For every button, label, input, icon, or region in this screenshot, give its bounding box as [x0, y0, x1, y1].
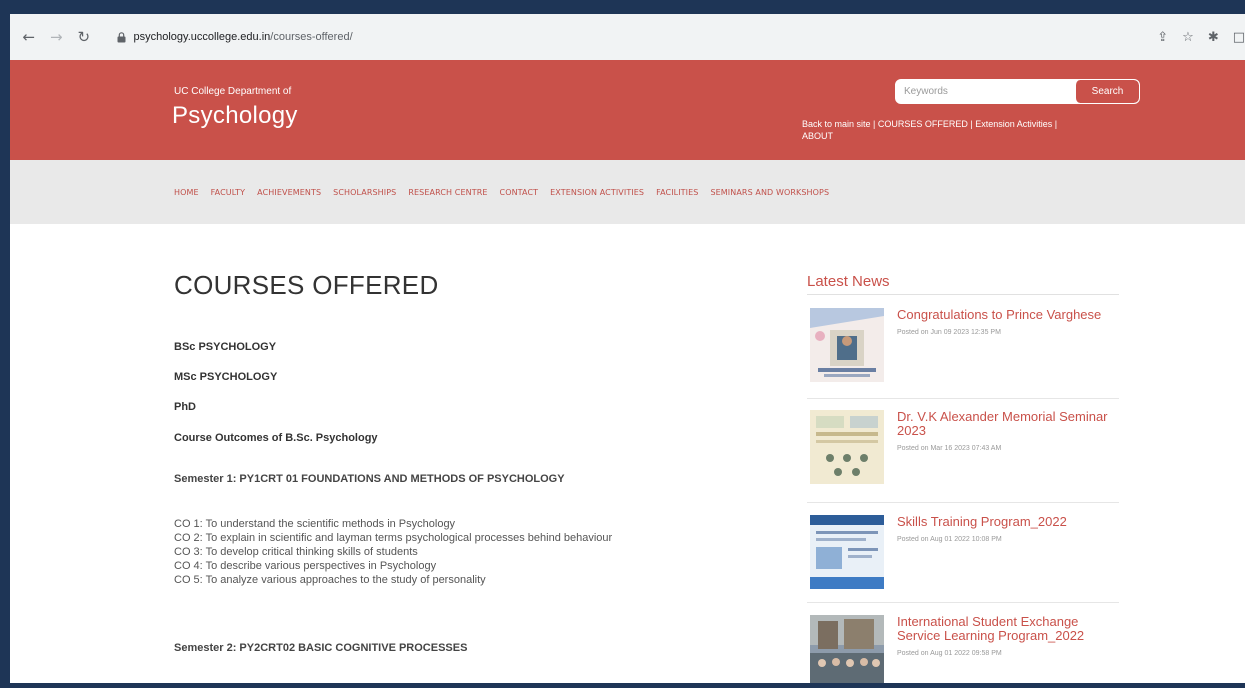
news-thumbnail[interactable] [810, 615, 884, 688]
list-item: CO 1: To understand the scientific metho… [174, 518, 456, 530]
divider [807, 502, 1119, 503]
news-title-text[interactable]: Dr. V.K Alexander Memorial Seminar 2023 [897, 409, 1108, 438]
search-button[interactable]: Search [1075, 80, 1139, 103]
window-icon[interactable]: □ [1233, 30, 1245, 45]
url-text: psychology.uccollege.edu.in/courses-offe… [134, 31, 353, 43]
puzzle-icon[interactable]: ✱ [1208, 30, 1219, 45]
search-input[interactable] [896, 80, 1075, 103]
web-page: UC College Department of Psychology Sear… [10, 60, 1245, 688]
news-date: Posted on Aug 01 2022 10:08 PM [897, 536, 1002, 543]
news-date: Posted on Jun 09 2023 12:35 PM [897, 329, 1001, 336]
news-title-text[interactable]: International Student Exchange Service L… [897, 614, 1084, 643]
back-to-main-link[interactable]: Back to main site [802, 119, 871, 129]
courses-offered-link[interactable]: COURSES OFFERED [878, 119, 968, 129]
window-bottom-edge [0, 683, 1245, 688]
news-title[interactable]: International Student Exchange Service L… [897, 615, 1119, 661]
star-icon[interactable]: ☆ [1182, 30, 1194, 45]
semester-1-title: Semester 1: PY1CRT 01 FOUNDATIONS AND ME… [174, 473, 565, 485]
course-msc[interactable]: MSc PSYCHOLOGY [174, 371, 277, 383]
nav-extension-activities[interactable]: EXTENSION ACTIVITIES [550, 188, 644, 197]
news-title-text[interactable]: Skills Training Program_2022 [897, 514, 1067, 529]
divider [807, 398, 1119, 399]
dept-subtitle: UC College Department of [174, 86, 292, 97]
nav-seminars-workshops[interactable]: SEMINARS AND WORKSHOPS [710, 188, 829, 197]
news-thumbnail[interactable] [810, 308, 884, 382]
main-navigation: HOME FACULTY ACHIEVEMENTS SCHOLARSHIPS R… [10, 160, 1245, 224]
extension-activities-link[interactable]: Extension Activities [975, 119, 1052, 129]
divider [807, 294, 1119, 295]
news-date: Posted on Aug 01 2022 09:58 PM [897, 650, 1002, 657]
reload-icon[interactable]: ↻ [73, 28, 95, 46]
about-link[interactable]: ABOUT [802, 131, 833, 141]
header-links: Back to main site | COURSES OFFERED | Ex… [802, 118, 1162, 142]
nav-research-centre[interactable]: RESEARCH CENTRE [408, 188, 487, 197]
share-icon[interactable]: ⇪ [1157, 30, 1168, 45]
course-phd[interactable]: PhD [174, 401, 196, 413]
nav-contact[interactable]: CONTACT [500, 188, 539, 197]
nav-scholarships[interactable]: SCHOLARSHIPS [333, 188, 396, 197]
back-arrow-icon[interactable]: ← [18, 28, 40, 46]
nav-faculty[interactable]: FACULTY [211, 188, 245, 197]
news-title-text[interactable]: Congratulations to Prince Varghese [897, 307, 1101, 322]
list-item: CO 2: To explain in scientific and layma… [174, 532, 613, 544]
lock-icon [117, 31, 125, 42]
link-separator: | [870, 119, 878, 129]
news-title[interactable]: Congratulations to Prince Varghese Poste… [897, 308, 1119, 340]
course-outcomes-heading: Course Outcomes of B.Sc. Psychology [174, 432, 378, 444]
dept-title[interactable]: Psychology [172, 102, 298, 130]
news-title[interactable]: Dr. V.K Alexander Memorial Seminar 2023 … [897, 410, 1119, 456]
news-date: Posted on Mar 16 2023 07:43 AM [897, 445, 1002, 452]
nav-facilities[interactable]: FACILITIES [656, 188, 698, 197]
latest-news-heading: Latest News [807, 273, 890, 290]
nav-home[interactable]: HOME [174, 188, 199, 197]
url-path: /courses-offered/ [270, 31, 353, 43]
semester-2-title: Semester 2: PY2CRT02 BASIC COGNITIVE PRO… [174, 642, 468, 654]
browser-toolbar: ← → ↻ psychology.uccollege.edu.in/course… [10, 14, 1245, 60]
divider [807, 602, 1119, 603]
page-title: COURSES OFFERED [174, 270, 439, 300]
forward-arrow-icon[interactable]: → [46, 28, 68, 46]
site-header: UC College Department of Psychology Sear… [10, 60, 1245, 160]
search-box: Search [895, 79, 1140, 104]
news-thumbnail[interactable] [810, 515, 884, 589]
course-bsc[interactable]: BSc PSYCHOLOGY [174, 341, 276, 353]
news-title[interactable]: Skills Training Program_2022 Posted on A… [897, 515, 1119, 547]
list-item: CO 5: To analyze various approaches to t… [174, 574, 486, 586]
link-separator: | [1052, 119, 1058, 129]
address-bar[interactable]: psychology.uccollege.edu.in/courses-offe… [104, 21, 1146, 53]
news-thumbnail[interactable] [810, 410, 884, 484]
list-item: CO 3: To develop critical thinking skill… [174, 546, 418, 558]
nav-achievements[interactable]: ACHIEVEMENTS [257, 188, 321, 197]
semester-1-outcomes: CO 1: To understand the scientific metho… [174, 517, 612, 587]
list-item: CO 4: To describe various perspectives i… [174, 560, 437, 572]
url-domain: psychology.uccollege.edu.in [133, 31, 271, 43]
